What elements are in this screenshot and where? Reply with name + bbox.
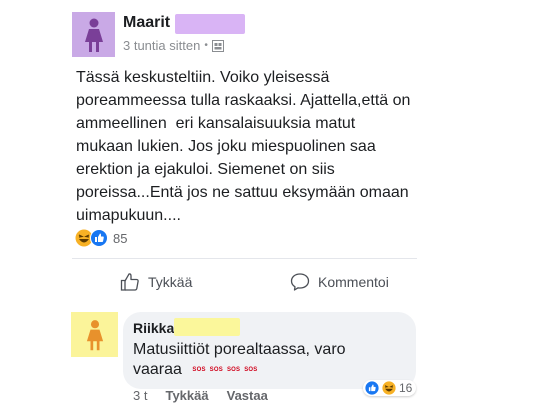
sos-emoji-icon: SOS: [226, 367, 241, 373]
reaction-count: 85: [113, 230, 128, 246]
post-author-avatar[interactable]: [72, 12, 115, 57]
speech-bubble-icon: [290, 273, 310, 291]
woman-icon: [86, 319, 103, 350]
comment-text: Matusiittiöt porealtaassa, varo vaaraa S…: [133, 340, 393, 380]
comment-like-button[interactable]: Tykkää: [165, 388, 208, 403]
like-reaction-icon: [365, 381, 379, 395]
redaction-block: [174, 318, 240, 336]
comment-label: Kommentoi: [318, 274, 389, 290]
sos-emoji-icon: SOS: [244, 367, 258, 373]
woman-icon: [84, 18, 103, 52]
sos-emoji-icon: SOS: [209, 367, 223, 373]
post-timestamp[interactable]: 3 tuntia sitten: [123, 38, 200, 53]
haha-reaction-icon: [382, 381, 396, 395]
sos-emoji-row: SOS SOS SOS SOS: [192, 360, 257, 380]
group-privacy-icon: [211, 39, 224, 52]
meta-separator: •: [204, 40, 208, 51]
redaction-block: [175, 14, 245, 34]
like-button[interactable]: Tykkää: [120, 272, 192, 292]
comment-author-name[interactable]: Riikka: [133, 320, 174, 336]
thumbs-up-icon: [120, 273, 139, 291]
like-reaction-icon: [90, 229, 108, 247]
comment-button[interactable]: Kommentoi: [290, 272, 389, 292]
reaction-icons: [75, 229, 109, 247]
comment-timestamp[interactable]: 3 t: [133, 388, 147, 403]
sos-emoji-icon: SOS: [192, 367, 206, 373]
comment-reply-button[interactable]: Vastaa: [227, 388, 268, 403]
like-label: Tykkää: [148, 274, 193, 290]
post-body-text: Tässä keskusteltiin. Voiko yleisessä por…: [76, 69, 411, 224]
post-divider: [72, 258, 417, 259]
post-author-name[interactable]: Maarit: [123, 14, 170, 32]
comment-reactions[interactable]: 16: [363, 380, 417, 396]
comment-actions: 3 t Tykkää Vastaa: [133, 388, 268, 403]
post-meta: 3 tuntia sitten •: [123, 38, 224, 53]
post-reactions[interactable]: 85: [75, 229, 127, 247]
comment-reaction-count: 16: [399, 381, 413, 395]
comment-author-avatar[interactable]: [71, 312, 118, 357]
